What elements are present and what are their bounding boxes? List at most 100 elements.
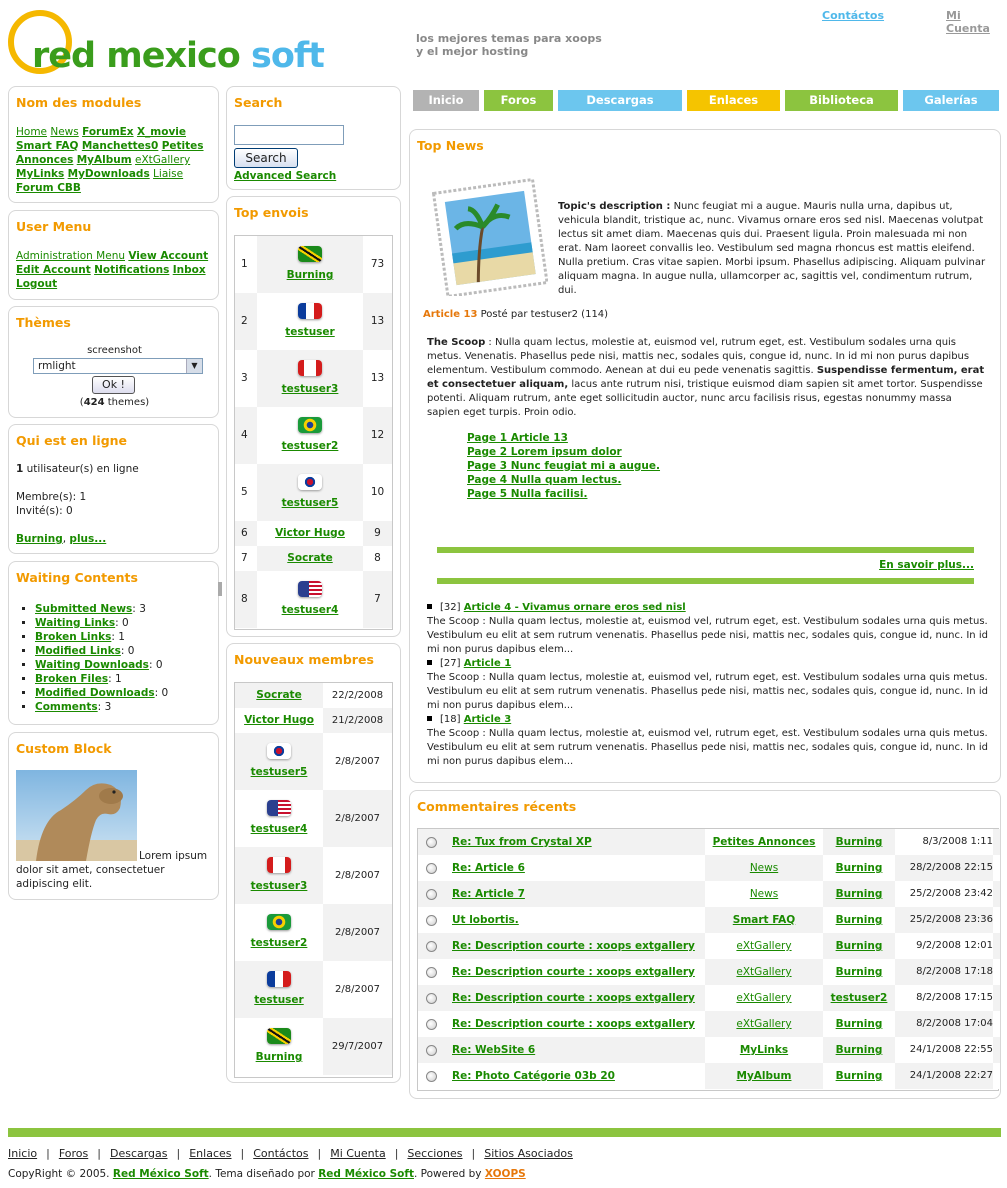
comment-title-link[interactable]: Ut lobortis. xyxy=(452,914,519,926)
nav-tab-3[interactable]: Enlaces xyxy=(687,90,780,111)
footer-brand-link[interactable]: Red México Soft xyxy=(113,1168,209,1180)
top-poster-link[interactable]: testuser xyxy=(285,326,334,338)
comment-title-link[interactable]: Re: Description courte : xoops extgaller… xyxy=(452,940,695,952)
new-member-link[interactable]: testuser4 xyxy=(251,823,308,835)
theme-select[interactable]: rmlight ▼ xyxy=(33,358,203,374)
top-link-contactos[interactable]: Contáctos xyxy=(822,9,884,22)
new-member-link[interactable]: testuser xyxy=(254,994,303,1006)
comment-user-link[interactable]: Burning xyxy=(836,888,883,900)
footer-link[interactable]: Contáctos xyxy=(253,1147,308,1160)
waiting-link[interactable]: Waiting Links xyxy=(35,617,115,629)
comment-user-link[interactable]: Burning xyxy=(836,914,883,926)
comment-user-link[interactable]: Burning xyxy=(836,1018,883,1030)
comment-module-link[interactable]: News xyxy=(750,862,778,874)
new-member-link[interactable]: testuser3 xyxy=(251,880,308,892)
article-page-link[interactable]: Page 2 Lorem ipsum dolor xyxy=(467,445,660,459)
user-menu-link[interactable]: Edit Account xyxy=(16,264,91,276)
user-menu-link[interactable]: Inbox xyxy=(173,264,206,276)
footer-brand-link-2[interactable]: Red México Soft xyxy=(318,1168,414,1180)
online-user-link[interactable]: Burning xyxy=(16,533,63,545)
top-poster-link[interactable]: Socrate xyxy=(287,552,332,564)
module-link[interactable]: MyDownloads xyxy=(68,168,150,180)
comment-module-link[interactable]: eXtGallery xyxy=(736,1018,791,1030)
nav-tab-2[interactable]: Descargas xyxy=(558,90,682,111)
news-title-link[interactable]: Article 3 xyxy=(464,714,511,725)
comment-title-link[interactable]: Re: Article 7 xyxy=(452,888,525,900)
read-more-link[interactable]: En savoir plus... xyxy=(879,559,974,571)
news-title-link[interactable]: Article 1 xyxy=(464,658,511,669)
user-menu-link[interactable]: View Account xyxy=(128,250,208,262)
online-more-link[interactable]: plus... xyxy=(69,533,106,545)
top-poster-link[interactable]: testuser3 xyxy=(282,383,339,395)
top-poster-link[interactable]: testuser2 xyxy=(282,440,339,452)
module-link[interactable]: MyAlbum xyxy=(77,154,132,166)
footer-link[interactable]: Descargas xyxy=(110,1147,168,1160)
footer-link[interactable]: Enlaces xyxy=(189,1147,231,1160)
module-link[interactable]: X_movie xyxy=(137,126,186,138)
module-link[interactable]: Forum CBB xyxy=(16,182,81,194)
module-link[interactable]: Home xyxy=(16,126,47,138)
footer-link[interactable]: Foros xyxy=(59,1147,88,1160)
comment-title-link[interactable]: Re: Description courte : xoops extgaller… xyxy=(452,1018,695,1030)
comment-title-link[interactable]: Re: WebSite 6 xyxy=(452,1044,535,1056)
comment-module-link[interactable]: eXtGallery xyxy=(736,966,791,978)
nav-tab-0[interactable]: Inicio xyxy=(413,90,479,111)
comment-user-link[interactable]: Burning xyxy=(836,1070,883,1082)
waiting-link[interactable]: Broken Links xyxy=(35,631,111,643)
waiting-link[interactable]: Modified Links xyxy=(35,645,121,657)
top-poster-link[interactable]: testuser5 xyxy=(282,497,339,509)
new-member-link[interactable]: Victor Hugo xyxy=(244,714,314,726)
waiting-link[interactable]: Submitted News xyxy=(35,603,132,615)
comment-title-link[interactable]: Re: Tux from Crystal XP xyxy=(452,836,592,848)
theme-ok-button[interactable]: Ok ! xyxy=(92,376,135,394)
top-link-micuenta[interactable]: Mi Cuenta xyxy=(946,9,1007,35)
comment-user-link[interactable]: testuser2 xyxy=(831,992,888,1004)
new-member-link[interactable]: testuser5 xyxy=(251,766,308,778)
article-page-link[interactable]: Page 4 Nulla quam lectus. xyxy=(467,473,660,487)
new-member-link[interactable]: Socrate xyxy=(256,689,301,701)
comment-user-link[interactable]: Burning xyxy=(836,1044,883,1056)
comment-module-link[interactable]: MyLinks xyxy=(740,1044,788,1056)
footer-link[interactable]: Secciones xyxy=(407,1147,462,1160)
waiting-link[interactable]: Waiting Downloads xyxy=(35,659,149,671)
comment-module-link[interactable]: Petites Annonces xyxy=(713,836,816,848)
nav-tab-4[interactable]: Biblioteca xyxy=(785,90,898,111)
module-link[interactable]: eXtGallery xyxy=(135,154,190,166)
article-page-link[interactable]: Page 1 Article 13 xyxy=(467,431,660,445)
news-title-link[interactable]: Article 4 - Vivamus ornare eros sed nisl xyxy=(464,602,686,613)
waiting-link[interactable]: Broken Files xyxy=(35,673,108,685)
user-menu-link[interactable]: Administration Menu xyxy=(16,250,125,262)
comment-module-link[interactable]: News xyxy=(750,888,778,900)
article-page-link[interactable]: Page 3 Nunc feugiat mi a augue. xyxy=(467,459,660,473)
comment-user-link[interactable]: Burning xyxy=(836,836,883,848)
module-link[interactable]: Manchettes0 xyxy=(82,140,159,152)
nav-tab-5[interactable]: Galerías xyxy=(903,90,999,111)
waiting-link[interactable]: Modified Downloads xyxy=(35,687,155,699)
user-menu-link[interactable]: Logout xyxy=(16,278,57,290)
nav-tab-1[interactable]: Foros xyxy=(484,90,553,111)
module-link[interactable]: MyLinks xyxy=(16,168,64,180)
top-poster-link[interactable]: testuser4 xyxy=(282,604,339,616)
module-link[interactable]: ForumEx xyxy=(82,126,134,138)
comment-title-link[interactable]: Re: Photo Catégorie 03b 20 xyxy=(452,1070,615,1082)
article-page-link[interactable]: Page 5 Nulla facilisi. xyxy=(467,487,660,501)
scrollbar-handle[interactable] xyxy=(218,582,222,596)
comment-module-link[interactable]: Smart FAQ xyxy=(733,914,795,926)
footer-link[interactable]: Sitios Asociados xyxy=(484,1147,573,1160)
module-link[interactable]: Smart FAQ xyxy=(16,140,78,152)
comment-title-link[interactable]: Re: Description courte : xoops extgaller… xyxy=(452,966,695,978)
search-button[interactable]: Search xyxy=(234,148,298,168)
comment-user-link[interactable]: Burning xyxy=(836,940,883,952)
comment-user-link[interactable]: Burning xyxy=(836,862,883,874)
search-input[interactable] xyxy=(234,125,344,145)
advanced-search-link[interactable]: Advanced Search xyxy=(234,170,336,182)
footer-link[interactable]: Inicio xyxy=(8,1147,37,1160)
top-poster-link[interactable]: Burning xyxy=(287,269,334,281)
comment-title-link[interactable]: Re: Description courte : xoops extgaller… xyxy=(452,992,695,1004)
comment-module-link[interactable]: eXtGallery xyxy=(736,992,791,1004)
module-link[interactable]: Liaise xyxy=(153,168,183,180)
new-member-link[interactable]: testuser2 xyxy=(251,937,308,949)
top-poster-link[interactable]: Victor Hugo xyxy=(275,527,345,539)
comment-module-link[interactable]: MyAlbum xyxy=(737,1070,792,1082)
comment-user-link[interactable]: Burning xyxy=(836,966,883,978)
